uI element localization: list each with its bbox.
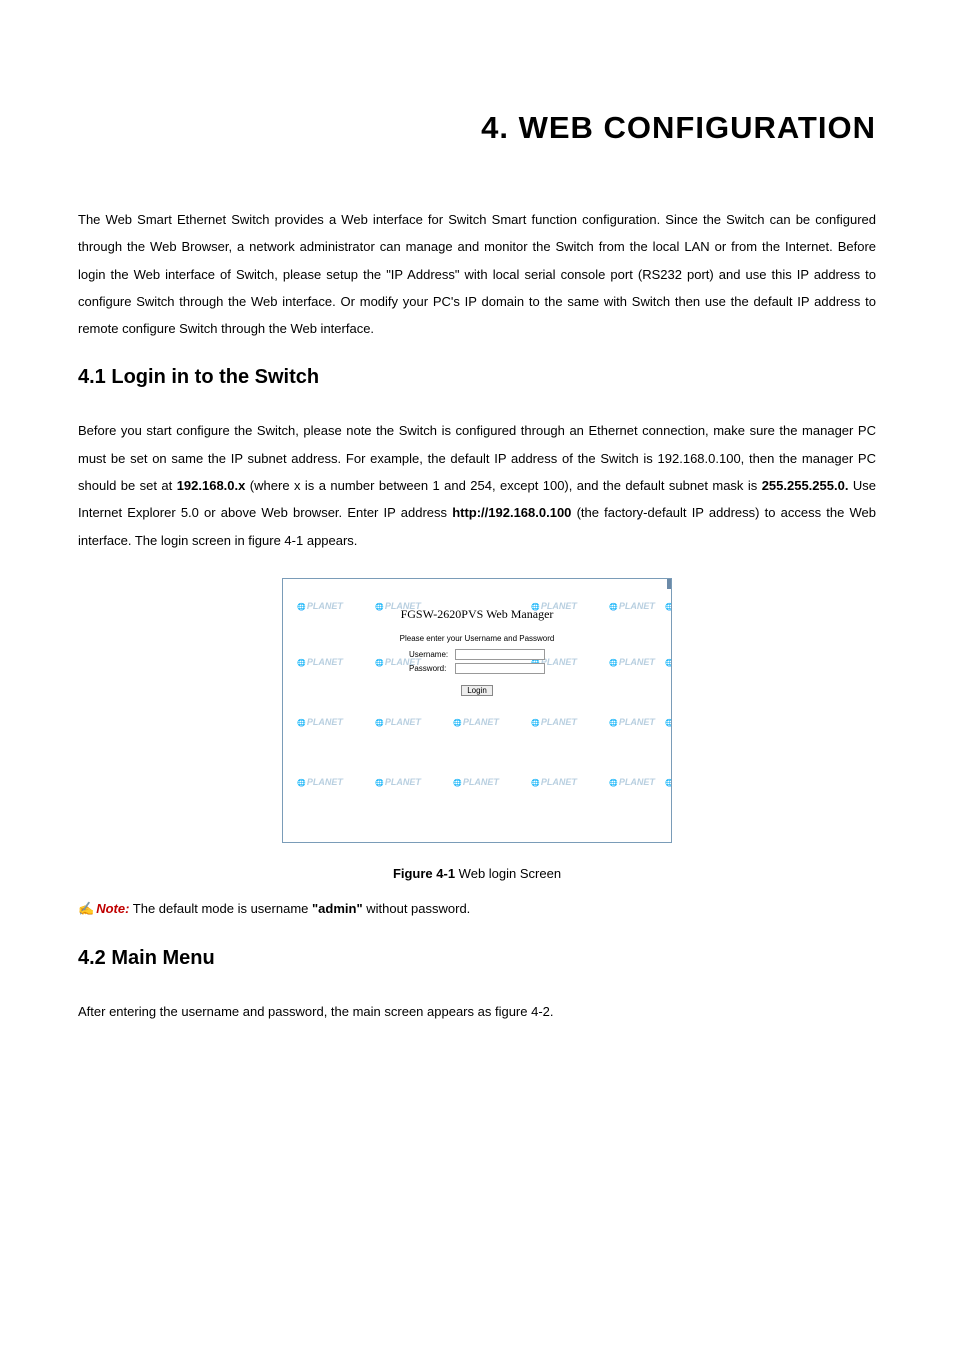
- username-label: Username:: [409, 650, 455, 659]
- login-subtitle: Please enter your Username and Password: [283, 634, 671, 643]
- section-4-2-paragraph: After entering the username and password…: [78, 998, 876, 1025]
- login-form: FGSW-2620PVS Web Manager Please enter yo…: [283, 579, 671, 698]
- text: (where x is a number between 1 and 254, …: [245, 478, 761, 493]
- figure-number: Figure 4-1: [393, 866, 455, 881]
- planet-watermark: PLANET: [451, 777, 501, 787]
- password-input[interactable]: [455, 663, 545, 674]
- planet-watermark: PLANET: [607, 777, 657, 787]
- planet-watermark: PLANET: [663, 717, 672, 727]
- note-text: The default mode is username: [129, 901, 312, 916]
- planet-watermark: PLANET: [529, 777, 579, 787]
- section-4-2-heading: 4.2 Main Menu: [78, 947, 876, 970]
- planet-watermark: PLANET: [295, 777, 345, 787]
- note-prefix: Note:: [96, 901, 129, 916]
- username-row: Username:: [283, 649, 671, 660]
- login-title: FGSW-2620PVS Web Manager: [283, 607, 671, 622]
- note-text: without password.: [363, 901, 471, 916]
- planet-watermark: PLANET: [663, 777, 672, 787]
- planet-watermark: PLANET: [295, 717, 345, 727]
- default-url-bold: http://192.168.0.100: [452, 505, 571, 520]
- ip-range-bold: 192.168.0.x: [177, 478, 246, 493]
- figure-caption: Figure 4-1 Web login Screen: [78, 866, 876, 881]
- planet-watermark: PLANET: [451, 717, 501, 727]
- planet-watermark: PLANET: [607, 717, 657, 727]
- login-button-row: Login: [283, 680, 671, 698]
- chapter-title: 4. WEB CONFIGURATION: [78, 110, 876, 146]
- intro-paragraph: The Web Smart Ethernet Switch provides a…: [78, 206, 876, 342]
- note-line: ✍Note: The default mode is username "adm…: [78, 901, 876, 917]
- figure-4-1: PLANET PLANET PLANET PLANET PLANET PLANE…: [78, 578, 876, 881]
- planet-watermark: PLANET: [373, 777, 423, 787]
- password-row: Password:: [283, 663, 671, 674]
- login-screenshot: PLANET PLANET PLANET PLANET PLANET PLANE…: [282, 578, 672, 843]
- admin-bold: "admin": [312, 901, 363, 916]
- pen-icon: ✍: [78, 901, 94, 916]
- username-input[interactable]: [455, 649, 545, 660]
- planet-watermark: PLANET: [373, 717, 423, 727]
- figure-text: Web login Screen: [455, 866, 561, 881]
- planet-watermark: PLANET: [529, 717, 579, 727]
- section-4-1-heading: 4.1 Login in to the Switch: [78, 366, 876, 389]
- login-button[interactable]: Login: [461, 685, 493, 696]
- subnet-mask-bold: 255.255.255.0.: [762, 478, 849, 493]
- password-label: Password:: [409, 664, 455, 673]
- section-4-1-paragraph: Before you start configure the Switch, p…: [78, 417, 876, 553]
